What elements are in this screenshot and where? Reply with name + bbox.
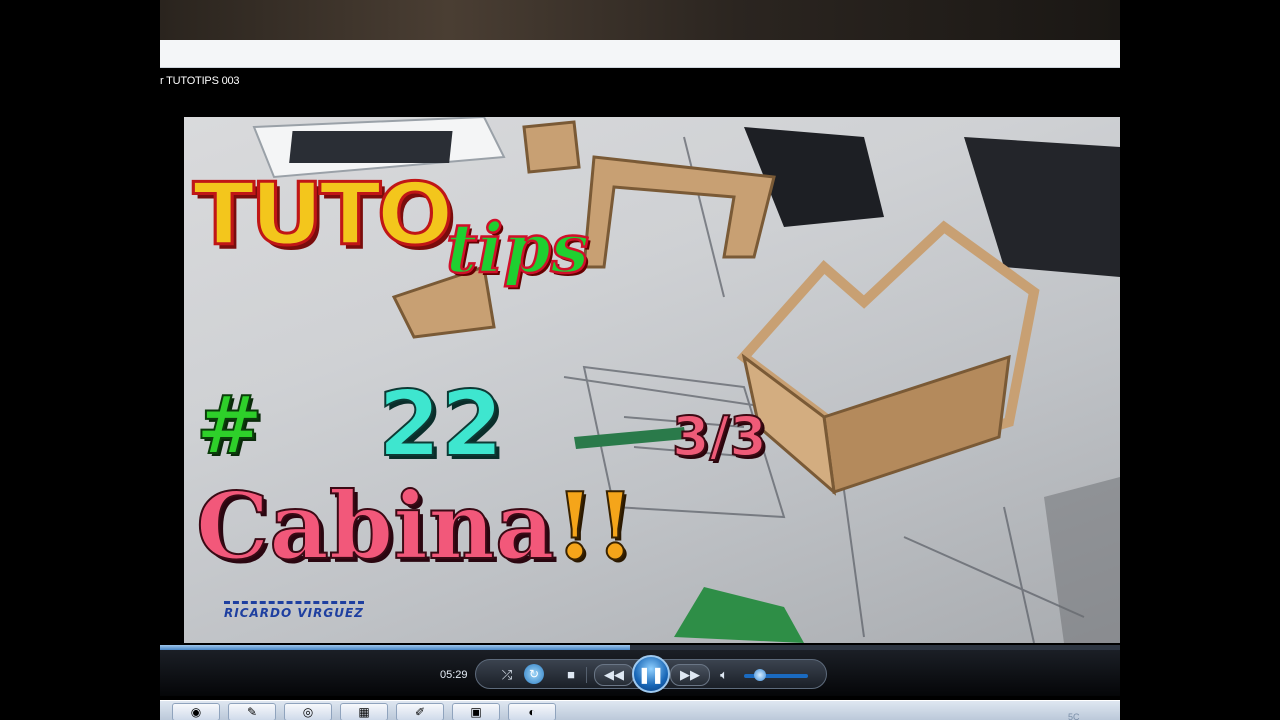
right-letterbox [1120,0,1280,720]
tips-logo: tips [445,208,591,291]
chrome-icon[interactable]: ◎ [284,703,332,720]
shuffle-icon[interactable]: ⤮ [498,665,516,685]
paint-icon[interactable]: ✎ [228,703,276,720]
pen-icon[interactable]: ✐ [396,703,444,720]
episode-number: 22 [377,371,504,478]
subject-title: Cabina!! [195,471,637,581]
volume-icon[interactable]: 🔈︎ [716,665,732,685]
recorded-screen: r TUTOTIPS 003 TUTO tips # 22 3/3 Cabina… [160,0,1120,720]
next-icon[interactable]: ▶▶ [670,664,710,686]
photos-icon[interactable]: ▣ [452,703,500,720]
exclamation-marks: !! [554,471,637,581]
app-icon[interactable]: ◐ [508,703,556,720]
author-credit: RICARDO VIRGUEZ [224,601,364,620]
hash-symbol: # [195,378,264,473]
part-indicator: 3/3 [671,404,768,469]
stop-icon[interactable]: ■ [562,665,580,685]
subject-text: Cabina [195,471,556,581]
left-letterbox [0,0,160,720]
desktop-background-strip [160,0,1120,40]
excel-icon[interactable]: ▦ [340,703,388,720]
tuto-logo: TUTO [191,164,455,267]
player-controls: 05:29 ⤮ ↻ ■ ◀◀ ❚❚ ▶▶ 🔈︎ [160,650,1120,696]
volume-slider-knob[interactable] [754,669,766,681]
pause-icon[interactable]: ❚❚ [632,655,670,693]
control-pill: ⤮ ↻ ■ ◀◀ ❚❚ ▶▶ 🔈︎ [475,655,827,693]
clock-fragment: 5C [1068,712,1080,720]
windows-media-player-icon[interactable]: ◉ [172,703,220,720]
taskbar: ◉ ✎ ◎ ▦ ✐ ▣ ◐ [160,700,1120,720]
video-frame[interactable]: TUTO tips # 22 3/3 Cabina!! RICARDO VIRG… [184,117,1120,643]
player-window-toolbar [160,40,1120,68]
repeat-icon[interactable]: ↻ [524,664,544,684]
previous-icon[interactable]: ◀◀ [594,664,634,686]
video-title: r TUTOTIPS 003 [160,75,240,87]
elapsed-time: 05:29 [440,669,468,681]
controls-divider [586,667,587,683]
